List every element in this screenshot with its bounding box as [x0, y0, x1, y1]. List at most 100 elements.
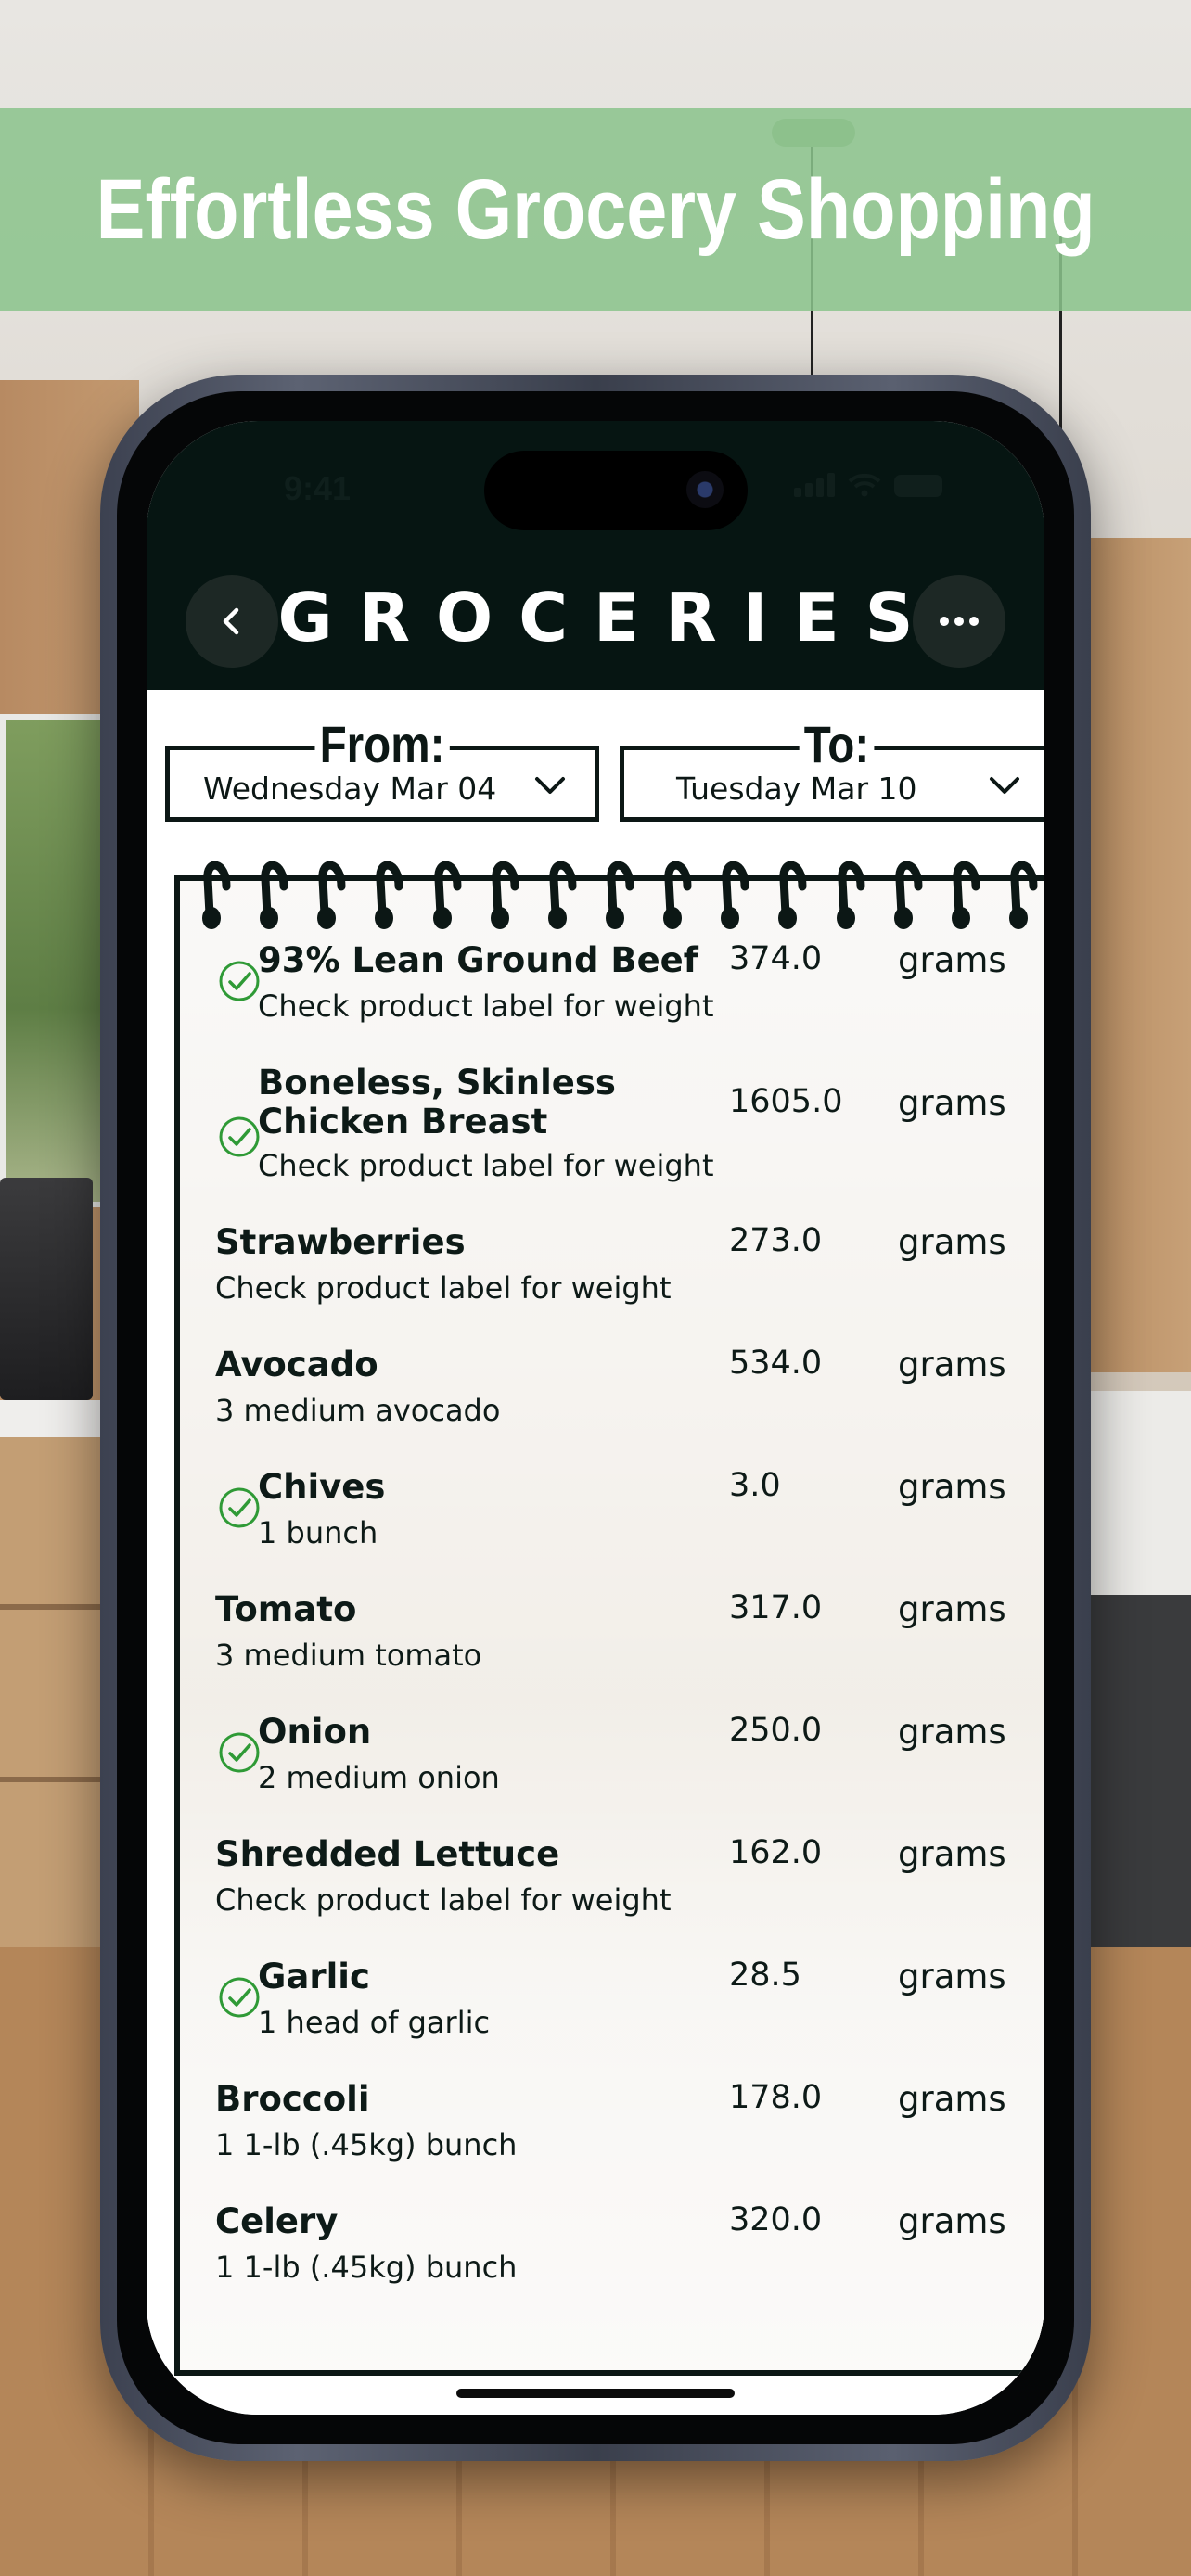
item-name: Strawberries [215, 1222, 466, 1262]
spiral-coil [317, 861, 346, 929]
notepad-spiral [198, 849, 1043, 933]
item-unit: grams [898, 2201, 1006, 2241]
item-quantity: 317.0 [729, 1589, 823, 1626]
item-quantity: 28.5 [729, 1957, 801, 1994]
grocery-item[interactable]: Garlic 1 head of garlic 28.5 grams [180, 1957, 1044, 2079]
item-name: Celery [215, 2201, 339, 2241]
status-time: 9:41 [284, 469, 352, 507]
grocery-item[interactable]: Tomato 3 medium tomato 317.0 grams [180, 1589, 1044, 1712]
page-title: GROCERIES [277, 579, 940, 657]
grocery-item[interactable]: Chives 1 bunch 3.0 grams [180, 1467, 1044, 1589]
battery-icon [894, 475, 942, 497]
check-circle-icon[interactable] [217, 1486, 262, 1530]
spiral-coil [951, 861, 980, 929]
status-icons [794, 473, 942, 497]
promo-banner: Effortless Grocery Shopping [0, 108, 1191, 311]
grocery-list: 93% Lean Ground Beef Check product label … [180, 940, 1044, 2324]
item-note: 1 head of garlic [258, 2005, 491, 2040]
item-unit: grams [898, 1083, 1006, 1123]
background-window [0, 714, 113, 1207]
item-unit: grams [898, 1222, 1006, 1262]
spiral-coil [375, 861, 403, 929]
spiral-coil [432, 861, 462, 929]
spiral-coil [1008, 861, 1038, 929]
camera-icon [686, 471, 724, 508]
spiral-coil [836, 861, 865, 929]
more-button[interactable] [913, 575, 1005, 668]
item-quantity: 162.0 [729, 1834, 823, 1871]
grocery-item[interactable]: Broccoli 1 1-lb (.45kg) bunch 178.0 grams [180, 2079, 1044, 2201]
item-note: 1 1-lb (.45kg) bunch [215, 2250, 518, 2285]
item-name: Avocado [215, 1345, 378, 1384]
grocery-item[interactable]: Boneless, Skinless Chicken Breast Check pr… [180, 1063, 1044, 1222]
dynamic-island [484, 451, 748, 530]
spiral-coil [490, 861, 519, 929]
app-screen: 9:41 GROCERIES From: Wednesday Mar 04 To… [147, 421, 1044, 2415]
to-label: To: [799, 719, 875, 771]
item-name: Chives [258, 1467, 386, 1507]
grocery-notepad: 93% Lean Ground Beef Check product label … [174, 861, 1044, 2376]
check-circle-icon[interactable] [217, 1730, 262, 1775]
item-name-line2: Chicken Breast [258, 1102, 548, 1141]
grocery-item[interactable]: 93% Lean Ground Beef Check product label … [180, 940, 1044, 1063]
item-unit: grams [898, 1589, 1006, 1629]
item-quantity: 1605.0 [729, 1083, 843, 1120]
spiral-coil [260, 861, 288, 929]
content-area: From: Wednesday Mar 04 To: Tuesday Mar 1… [147, 690, 1044, 2415]
item-note: 1 bunch [258, 1515, 378, 1550]
item-name: 93% Lean Ground Beef [258, 940, 698, 980]
item-quantity: 534.0 [729, 1345, 823, 1382]
grocery-item[interactable]: Celery 1 1-lb (.45kg) bunch 320.0 grams [180, 2201, 1044, 2324]
item-unit: grams [898, 1467, 1006, 1507]
item-note: Check product label for weight [258, 988, 714, 1024]
to-date-value: Tuesday Mar 10 [676, 771, 917, 807]
home-indicator[interactable] [456, 2389, 735, 2398]
item-name: Shredded Lettuce [215, 1834, 560, 1874]
item-note: 2 medium onion [258, 1760, 500, 1795]
ellipsis-icon [940, 617, 979, 626]
check-circle-icon[interactable] [217, 1975, 262, 2020]
grocery-item[interactable]: Onion 2 medium onion 250.0 grams [180, 1712, 1044, 1834]
spiral-coil [202, 861, 231, 929]
background-coffee-machine [0, 1178, 93, 1400]
item-unit: grams [898, 1834, 1006, 1874]
item-quantity: 320.0 [729, 2201, 823, 2238]
chevron-down-icon [535, 777, 565, 794]
item-name: Garlic [258, 1957, 370, 1996]
grocery-item[interactable]: Avocado 3 medium avocado 534.0 grams [180, 1345, 1044, 1467]
spiral-coil [721, 861, 749, 929]
item-name: Boneless, Skinless [258, 1063, 616, 1103]
item-unit: grams [898, 1712, 1006, 1752]
item-unit: grams [898, 940, 1006, 980]
item-quantity: 178.0 [729, 2079, 823, 2116]
banner-title: Effortless Grocery Shopping [96, 161, 1095, 257]
item-note: 1 1-lb (.45kg) bunch [215, 2127, 518, 2162]
item-note: Check product label for weight [215, 1270, 672, 1306]
from-label: From: [314, 719, 450, 771]
check-circle-icon[interactable] [217, 1115, 262, 1159]
item-note: Check product label for weight [215, 1882, 672, 1918]
item-name: Onion [258, 1712, 372, 1752]
app-header: 9:41 GROCERIES [147, 421, 1044, 690]
item-unit: grams [898, 1345, 1006, 1384]
item-name: Tomato [215, 1589, 357, 1629]
chevron-down-icon [990, 777, 1019, 794]
to-date-picker[interactable]: To: Tuesday Mar 10 [620, 719, 1044, 822]
item-note: 3 medium tomato [215, 1638, 482, 1673]
item-note: Check product label for weight [258, 1148, 714, 1183]
spiral-coil [663, 861, 692, 929]
spiral-coil [893, 861, 923, 929]
grocery-item[interactable]: Shredded Lettuce Check product label for … [180, 1834, 1044, 1957]
item-unit: grams [898, 2079, 1006, 2119]
spiral-coil [547, 861, 577, 929]
wifi-icon [848, 473, 881, 497]
grocery-item[interactable]: Strawberries Check product label for weig… [180, 1222, 1044, 1345]
phone-frame: 9:41 GROCERIES From: Wednesday Mar 04 To… [100, 375, 1091, 2461]
item-name: Broccoli [215, 2079, 370, 2119]
check-circle-icon[interactable] [217, 959, 262, 1003]
from-date-picker[interactable]: From: Wednesday Mar 04 [165, 719, 599, 822]
signal-icon [794, 473, 835, 497]
item-quantity: 3.0 [729, 1467, 781, 1504]
item-quantity: 374.0 [729, 940, 823, 977]
item-unit: grams [898, 1957, 1006, 1996]
